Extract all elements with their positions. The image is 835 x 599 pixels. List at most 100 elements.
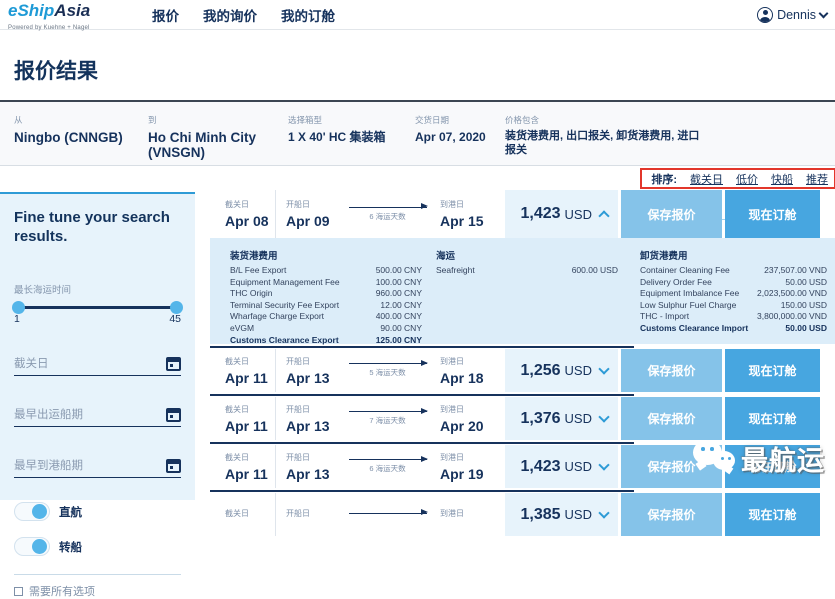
price-currency: USD <box>565 363 592 378</box>
sort-option-fast[interactable]: 快船 <box>771 171 793 187</box>
transshipment-label: 转船 <box>59 539 82 555</box>
checkbox-icon[interactable] <box>14 587 23 596</box>
direct-sailing-toggle[interactable] <box>14 502 50 521</box>
departure-value: Apr 09 <box>286 213 345 229</box>
departure-value: Apr 13 <box>286 370 345 386</box>
arrival-value: Apr 19 <box>440 466 505 482</box>
direct-sailing-label: 直航 <box>59 504 82 520</box>
cutoff-date-field[interactable]: 截关日 <box>14 355 181 376</box>
book-now-button[interactable]: 现在订舱 <box>725 493 820 536</box>
user-name: Dennis <box>777 8 816 22</box>
calendar-icon[interactable] <box>166 357 181 371</box>
fee-name: Equipment Management Fee <box>230 277 340 289</box>
fee-amount: 3,800,000.00 VND <box>757 311 827 323</box>
earliest-arrival-placeholder: 最早到港船期 <box>14 457 83 473</box>
transshipment-toggle[interactable] <box>14 537 50 556</box>
save-quote-button[interactable]: 保存报价 <box>621 397 722 440</box>
transit-slider[interactable] <box>16 306 179 309</box>
slider-handle-max[interactable] <box>170 301 183 314</box>
book-now-button[interactable]: 现在订舱 <box>725 397 820 440</box>
fee-name: B/L Fee Export <box>230 265 286 277</box>
chevron-down-icon[interactable] <box>598 411 609 422</box>
departure-value: Apr 13 <box>286 466 345 482</box>
route-date: 交货日期 Apr 07, 2020 <box>415 114 486 145</box>
nav-item-my-inquiries[interactable]: 我的询价 <box>203 5 257 25</box>
origin-fees-title: 装货港费用 <box>230 248 422 262</box>
destination-fees-title: 卸货港费用 <box>640 248 827 262</box>
book-now-button[interactable]: 现在订舱 <box>725 445 820 488</box>
cutoff-value: Apr 11 <box>225 370 275 386</box>
cutoff-label: 截关日 <box>225 356 275 367</box>
earliest-departure-field[interactable]: 最早出运船期 <box>14 406 181 427</box>
fee-detail-panel: 装货港费用 B/L Fee Export500.00 CNY Equipment… <box>210 238 835 344</box>
transit-days: 6 海运天数 <box>369 463 405 474</box>
chevron-up-icon[interactable] <box>598 210 609 221</box>
book-now-button[interactable]: 现在订舱 <box>725 349 820 392</box>
fee-amount: 100.00 CNY <box>376 277 422 289</box>
cutoff-value: Apr 11 <box>225 418 275 434</box>
price-currency: USD <box>565 207 592 222</box>
logo-tagline: Powered by Kuehne + Nagel <box>8 20 90 37</box>
quote-results-list: 截关日Apr 08 开船日Apr 09 6 海运天数 到港日Apr 15 1,4… <box>210 190 835 536</box>
transit-arrow <box>345 493 430 536</box>
fee-name: Seafreight <box>436 265 475 277</box>
user-menu[interactable]: Dennis <box>757 0 827 30</box>
from-value: Ningbo (CNNGB) <box>14 130 123 145</box>
price-toggle[interactable]: 1,376 USD <box>505 397 618 440</box>
route-to: 到 Ho Chi Minh City (VNSGN) <box>148 114 280 160</box>
chevron-down-icon <box>819 8 829 18</box>
quote-row: 截关日 开船日 到港日 1,385 USD 保存报价 现在订舱 <box>210 493 835 536</box>
price-value: 1,376 <box>521 410 561 428</box>
price-value: 1,423 <box>521 458 561 476</box>
sidebar-partial-option[interactable]: 需要所有选项 <box>14 583 181 599</box>
fee-amount: 2,023,500.00 VND <box>757 288 827 300</box>
fee-name: eVGM <box>230 323 254 335</box>
fee-name: Customs Clearance Import <box>640 323 748 335</box>
cutoff-label: 截关日 <box>225 452 275 463</box>
fee-amount: 90.00 CNY <box>380 323 422 335</box>
sort-option-lowprice[interactable]: 低价 <box>736 171 758 187</box>
sort-option-recommended[interactable]: 推荐 <box>806 171 828 187</box>
save-quote-button[interactable]: 保存报价 <box>621 349 722 392</box>
calendar-icon[interactable] <box>166 408 181 422</box>
eshipasia-logo[interactable]: eShipAsia Powered by Kuehne + Nagel <box>8 2 90 37</box>
save-quote-button[interactable]: 保存报价 <box>621 445 722 488</box>
origin-fees: 装货港费用 B/L Fee Export500.00 CNY Equipment… <box>230 248 422 346</box>
slider-handle-min[interactable] <box>12 301 25 314</box>
container-value: 1 X 40' HC 集装箱 <box>288 130 386 145</box>
fee-amount: 125.00 CNY <box>376 335 422 347</box>
fee-amount: 12.00 CNY <box>380 300 422 312</box>
sort-option-cutoff[interactable]: 截关日 <box>690 171 723 187</box>
top-header: eShipAsia Powered by Kuehne + Nagel 报价 我… <box>0 0 835 30</box>
nav-item-my-bookings[interactable]: 我的订舱 <box>281 5 335 25</box>
chevron-down-icon[interactable] <box>598 363 609 374</box>
save-quote-button[interactable]: 保存报价 <box>621 493 722 536</box>
main-nav: 报价 我的询价 我的订舱 <box>152 0 335 30</box>
transit-arrow: 6 海运天数 <box>345 445 430 488</box>
chevron-down-icon[interactable] <box>598 459 609 470</box>
nav-item-quote[interactable]: 报价 <box>152 5 179 25</box>
price-toggle[interactable]: 1,423 USD <box>505 190 618 238</box>
arrival-value: Apr 20 <box>440 418 505 434</box>
arrow-icon <box>349 459 427 460</box>
arrow-icon <box>349 207 427 208</box>
from-label: 从 <box>14 114 123 126</box>
fee-amount: 960.00 CNY <box>376 288 422 300</box>
fee-name: Terminal Security Fee Export <box>230 300 339 312</box>
seafreight-fees: 海运 Seafreight600.00 USD <box>436 248 618 277</box>
price-toggle[interactable]: 1,385 USD <box>505 493 618 536</box>
price-toggle[interactable]: 1,256 USD <box>505 349 618 392</box>
logo-part2: Asia <box>54 1 90 20</box>
book-now-button[interactable]: 现在订舱 <box>725 190 820 238</box>
slider-max-value: 45 <box>169 313 181 325</box>
price-toggle[interactable]: 1,423 USD <box>505 445 618 488</box>
save-quote-button[interactable]: 保存报价 <box>621 190 722 238</box>
calendar-icon[interactable] <box>166 459 181 473</box>
price-value: 1,256 <box>521 362 561 380</box>
arrival-label: 到港日 <box>440 508 505 519</box>
fee-name: THC Origin <box>230 288 273 300</box>
chevron-down-icon[interactable] <box>598 507 609 518</box>
earliest-arrival-field[interactable]: 最早到港船期 <box>14 457 181 478</box>
arrow-icon <box>349 363 427 364</box>
sidebar-divider <box>14 574 181 575</box>
